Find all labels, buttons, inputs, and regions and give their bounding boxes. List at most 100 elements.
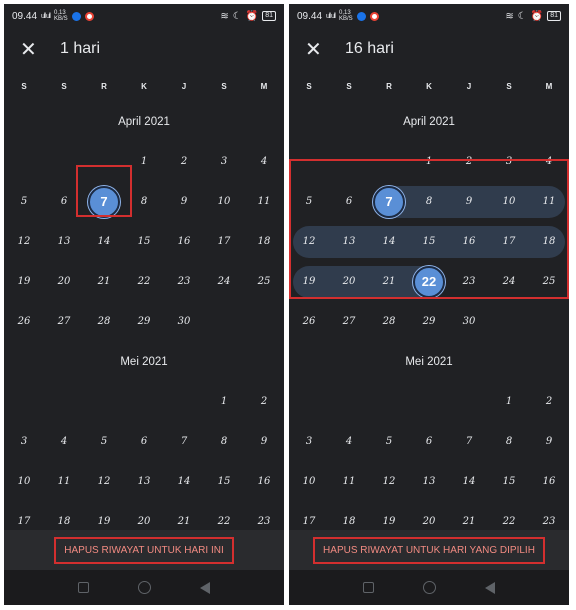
day-cell[interactable]: 19 [84, 502, 124, 542]
day-cell[interactable]: 3 [489, 142, 529, 182]
day-cell[interactable]: 10 [489, 182, 529, 222]
day-cell[interactable]: 26 [4, 302, 44, 342]
day-cell[interactable]: 14 [369, 222, 409, 262]
day-cell[interactable]: 7 [449, 422, 489, 462]
day-cell[interactable]: 14 [449, 462, 489, 502]
day-cell-selected[interactable]: 22 [409, 262, 449, 302]
day-cell[interactable]: 3 [4, 422, 44, 462]
day-cell[interactable]: 24 [489, 262, 529, 302]
day-cell[interactable]: 15 [489, 462, 529, 502]
day-cell[interactable]: 20 [329, 262, 369, 302]
day-cell[interactable]: 1 [204, 382, 244, 422]
day-cell[interactable]: 20 [44, 262, 84, 302]
close-icon[interactable]: ✕ [305, 37, 325, 62]
day-cell[interactable]: 29 [409, 302, 449, 342]
day-cell[interactable]: 13 [409, 462, 449, 502]
day-cell[interactable]: 14 [84, 222, 124, 262]
day-cell[interactable]: 11 [529, 182, 569, 222]
day-cell[interactable]: 3 [204, 142, 244, 182]
day-cell[interactable]: 12 [289, 222, 329, 262]
day-cell[interactable]: 16 [449, 222, 489, 262]
day-cell[interactable]: 10 [289, 462, 329, 502]
day-cell[interactable]: 18 [44, 502, 84, 542]
day-cell[interactable]: 12 [369, 462, 409, 502]
day-cell[interactable]: 9 [449, 182, 489, 222]
day-cell[interactable]: 4 [44, 422, 84, 462]
day-cell[interactable]: 16 [244, 462, 284, 502]
day-cell[interactable]: 28 [369, 302, 409, 342]
day-cell[interactable]: 18 [244, 222, 284, 262]
day-cell[interactable]: 8 [409, 182, 449, 222]
day-cell[interactable]: 22 [124, 262, 164, 302]
day-cell[interactable]: 2 [529, 382, 569, 422]
day-cell[interactable]: 20 [124, 502, 164, 542]
day-cell[interactable]: 6 [329, 182, 369, 222]
day-cell[interactable]: 27 [329, 302, 369, 342]
day-cell[interactable]: 18 [329, 502, 369, 542]
close-icon[interactable]: ✕ [20, 37, 40, 62]
day-cell[interactable]: 13 [44, 222, 84, 262]
day-cell[interactable]: 23 [244, 502, 284, 542]
home-icon[interactable] [137, 581, 151, 594]
day-cell[interactable]: 18 [529, 222, 569, 262]
day-cell[interactable]: 22 [489, 502, 529, 542]
day-cell[interactable]: 1 [489, 382, 529, 422]
day-cell[interactable]: 16 [529, 462, 569, 502]
day-cell[interactable]: 1 [124, 142, 164, 182]
day-cell[interactable]: 8 [124, 182, 164, 222]
day-cell[interactable]: 1 [409, 142, 449, 182]
day-cell[interactable]: 4 [529, 142, 569, 182]
day-cell[interactable]: 10 [204, 182, 244, 222]
day-cell[interactable]: 8 [204, 422, 244, 462]
day-cell[interactable]: 6 [44, 182, 84, 222]
day-cell[interactable]: 25 [529, 262, 569, 302]
day-cell[interactable]: 8 [489, 422, 529, 462]
day-cell[interactable]: 11 [44, 462, 84, 502]
day-cell[interactable]: 15 [204, 462, 244, 502]
day-cell[interactable]: 25 [244, 262, 284, 302]
day-cell[interactable]: 4 [329, 422, 369, 462]
day-cell-selected[interactable]: 7 [84, 182, 124, 222]
day-cell[interactable]: 5 [84, 422, 124, 462]
day-cell[interactable]: 9 [529, 422, 569, 462]
day-cell[interactable]: 24 [204, 262, 244, 302]
day-cell[interactable]: 13 [329, 222, 369, 262]
day-cell[interactable]: 7 [164, 422, 204, 462]
day-cell[interactable]: 12 [84, 462, 124, 502]
day-cell[interactable]: 21 [84, 262, 124, 302]
day-cell[interactable]: 17 [289, 502, 329, 542]
day-cell[interactable]: 19 [4, 262, 44, 302]
day-cell[interactable]: 4 [244, 142, 284, 182]
day-cell[interactable]: 16 [164, 222, 204, 262]
day-cell[interactable]: 11 [329, 462, 369, 502]
day-cell[interactable]: 15 [409, 222, 449, 262]
day-cell[interactable]: 20 [409, 502, 449, 542]
day-cell[interactable]: 2 [449, 142, 489, 182]
day-cell[interactable]: 23 [164, 262, 204, 302]
day-cell[interactable]: 30 [449, 302, 489, 342]
day-cell[interactable]: 21 [164, 502, 204, 542]
day-cell[interactable]: 10 [4, 462, 44, 502]
day-cell[interactable]: 17 [489, 222, 529, 262]
day-cell[interactable]: 21 [369, 262, 409, 302]
day-cell[interactable]: 17 [204, 222, 244, 262]
day-cell[interactable]: 23 [449, 262, 489, 302]
day-cell[interactable]: 3 [289, 422, 329, 462]
day-cell[interactable]: 6 [124, 422, 164, 462]
day-cell[interactable]: 19 [369, 502, 409, 542]
day-cell[interactable]: 30 [164, 302, 204, 342]
day-cell[interactable]: 21 [449, 502, 489, 542]
day-cell[interactable]: 9 [244, 422, 284, 462]
day-cell[interactable]: 19 [289, 262, 329, 302]
day-cell[interactable]: 5 [289, 182, 329, 222]
day-cell[interactable]: 5 [369, 422, 409, 462]
day-cell[interactable]: 9 [164, 182, 204, 222]
recent-apps-icon[interactable] [78, 582, 90, 593]
day-cell[interactable]: 28 [84, 302, 124, 342]
day-cell[interactable]: 13 [124, 462, 164, 502]
day-cell[interactable]: 11 [244, 182, 284, 222]
recent-apps-icon[interactable] [363, 582, 375, 593]
day-cell[interactable]: 23 [529, 502, 569, 542]
back-icon[interactable] [484, 581, 495, 594]
day-cell[interactable]: 29 [124, 302, 164, 342]
